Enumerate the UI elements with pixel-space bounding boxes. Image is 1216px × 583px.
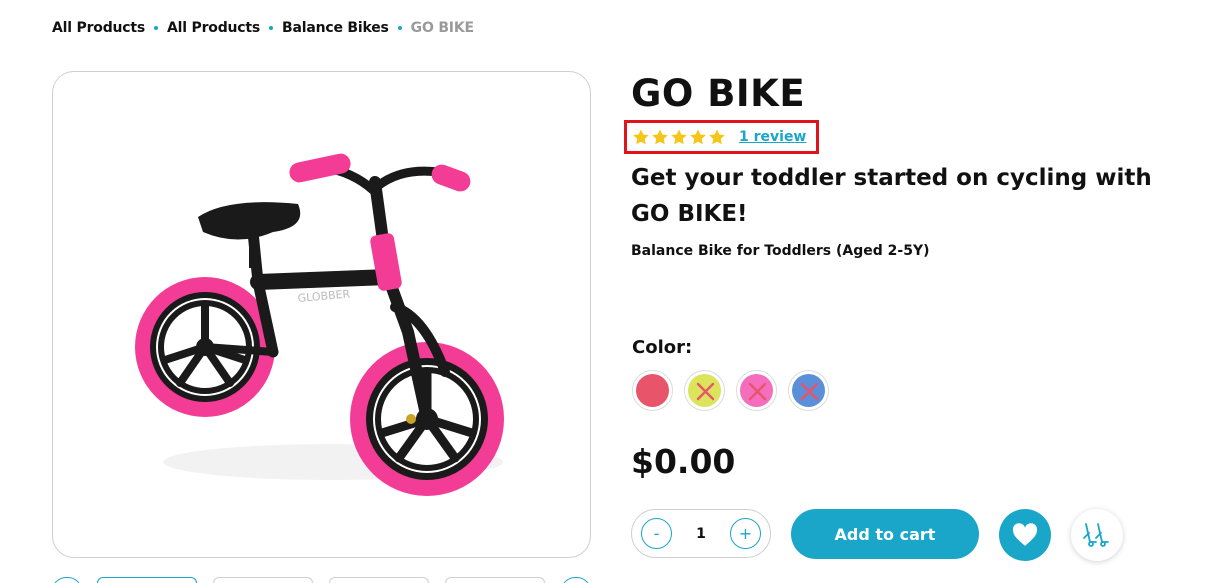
review-count-link[interactable]: 1 review: [739, 129, 806, 145]
thumbnail-2[interactable]: [213, 577, 313, 583]
thumbnail-4[interactable]: [445, 577, 545, 583]
unavailable-x-icon: [644, 382, 663, 401]
product-title: GO BIKE: [631, 72, 806, 115]
quantity-value[interactable]: 1: [696, 526, 706, 542]
star-icon: [633, 129, 649, 145]
thumbnail-3[interactable]: [329, 577, 429, 583]
unavailable-x-icon: [696, 382, 715, 401]
compare-icon: [1083, 523, 1109, 547]
breadcrumb-separator: [154, 26, 159, 30]
product-image-balance-bike: GLOBBER: [135, 153, 504, 496]
thumbnail-1[interactable]: [97, 577, 197, 583]
unavailable-x-icon: [800, 382, 819, 401]
add-to-cart-button[interactable]: Add to cart: [791, 509, 979, 559]
color-swatch-red[interactable]: [632, 370, 673, 411]
star-icon: [652, 129, 668, 145]
breadcrumb: All Products All Products Balance Bikes …: [52, 20, 474, 36]
color-swatch-lime[interactable]: [684, 370, 725, 411]
heart-icon: [1012, 523, 1038, 546]
color-swatches: [632, 370, 829, 411]
thumbnail-next-button[interactable]: [561, 577, 591, 583]
breadcrumb-current: GO BIKE: [410, 20, 474, 36]
star-icon: [709, 129, 725, 145]
unavailable-x-icon: [748, 382, 767, 401]
svg-text:GLOBBER: GLOBBER: [297, 287, 351, 305]
star-rating: [632, 128, 726, 146]
quantity-decrease-button[interactable]: -: [641, 518, 672, 549]
product-subtitle: Balance Bike for Toddlers (Aged 2-5Y): [631, 243, 930, 259]
product-price: $0.00: [631, 442, 736, 481]
thumbnail-strip: [52, 577, 591, 583]
color-swatch-pink[interactable]: [736, 370, 777, 411]
breadcrumb-separator: [397, 26, 402, 30]
compare-button[interactable]: [1071, 509, 1123, 561]
star-icon: [671, 129, 687, 145]
breadcrumb-all-products-1[interactable]: All Products: [52, 20, 145, 36]
quantity-increase-button[interactable]: +: [730, 518, 761, 549]
thumbnail-prev-button[interactable]: [52, 577, 82, 583]
wishlist-button[interactable]: [999, 509, 1051, 561]
color-label: Color:: [632, 337, 693, 358]
rating-highlight: 1 review: [624, 120, 819, 154]
breadcrumb-all-products-2[interactable]: All Products: [167, 20, 260, 36]
breadcrumb-balance-bikes[interactable]: Balance Bikes: [282, 20, 389, 36]
star-icon: [690, 129, 706, 145]
product-tagline: Get your toddler started on cycling with…: [631, 165, 1152, 227]
breadcrumb-separator: [269, 26, 274, 30]
quantity-stepper: - 1 +: [631, 509, 771, 558]
product-image-gallery[interactable]: GLOBBER: [52, 71, 591, 558]
color-swatch-blue[interactable]: [788, 370, 829, 411]
